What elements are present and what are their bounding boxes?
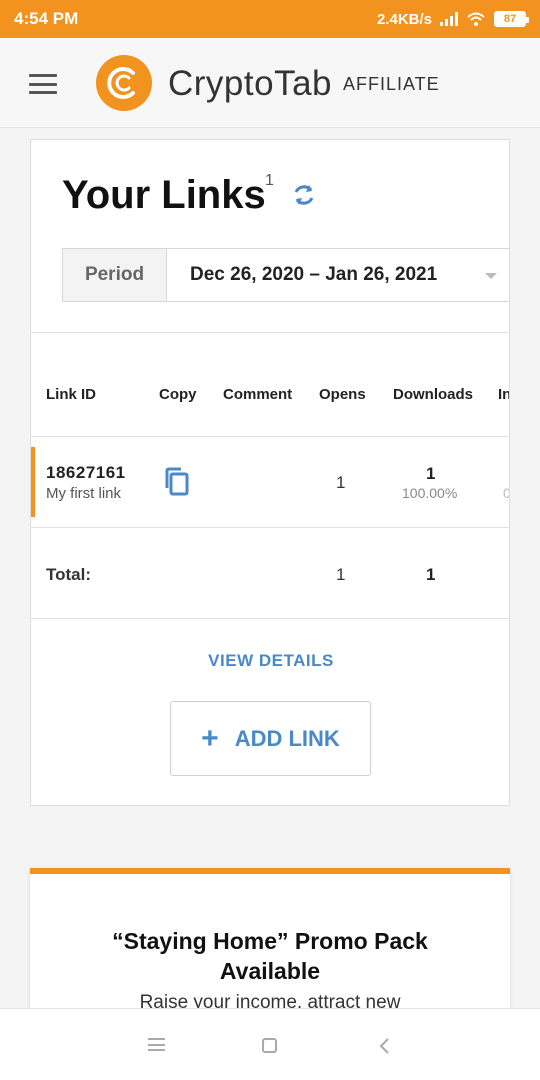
nav-home-icon[interactable]	[262, 1038, 277, 1053]
total-label: Total:	[46, 565, 92, 584]
add-link-button[interactable]: + ADD LINK	[170, 701, 371, 776]
add-link-label: ADD LINK	[234, 725, 340, 751]
system-nav-bar	[0, 1008, 540, 1080]
total-opens: 1	[336, 565, 346, 584]
col-copy: Copy	[159, 386, 197, 403]
page-title: Your Links	[62, 173, 266, 217]
menu-icon[interactable]	[29, 74, 57, 94]
period-label: Period	[63, 249, 167, 301]
refresh-icon[interactable]	[289, 180, 319, 210]
col-downloads: Downloads	[393, 386, 474, 403]
col-opens: Opens	[319, 386, 366, 403]
battery-icon: 87	[494, 11, 529, 27]
link-id: 18627161	[46, 463, 126, 482]
col-link-id: Link ID	[46, 386, 97, 403]
installs-value: 0	[503, 485, 509, 501]
logo-subtitle: AFFILIATE	[343, 74, 440, 94]
cryptotab-logo-icon	[96, 55, 152, 111]
period-value: Dec 26, 2020 – Jan 26, 2021	[190, 264, 438, 285]
nav-back-icon[interactable]	[378, 1038, 390, 1054]
nav-menu-icon[interactable]	[148, 1038, 165, 1051]
divider	[31, 618, 509, 619]
plus-icon: +	[201, 721, 219, 755]
row-accent	[31, 447, 35, 517]
status-bar: 4:54 PM 2.4KB/s 87	[0, 0, 540, 38]
period-selector[interactable]: Period Dec 26, 2020 – Jan 26, 2021	[62, 248, 509, 302]
status-time: 4:54 PM	[14, 9, 79, 28]
total-downloads: 1	[426, 565, 436, 584]
downloads-value: 1	[426, 464, 436, 483]
wifi-icon	[467, 12, 485, 26]
dropdown-caret-icon	[485, 273, 497, 279]
app-header: CryptoTab AFFILIATE	[0, 38, 540, 128]
logo-text: CryptoTab	[168, 64, 333, 103]
divider	[31, 527, 509, 528]
copy-icon[interactable]	[163, 467, 191, 497]
promo-card[interactable]: “Staying Home” Promo Pack Available Rais…	[30, 868, 510, 1018]
period-dropdown[interactable]: Dec 26, 2020 – Jan 26, 2021	[167, 249, 509, 301]
downloads-percent: 100.00%	[402, 485, 458, 501]
col-comment: Comment	[223, 386, 293, 403]
your-links-card: Your Links 1 Period Dec 26, 2020 – Jan 2…	[30, 139, 510, 806]
col-installs: In	[498, 386, 509, 403]
promo-title-line1: “Staying Home” Promo Pack	[112, 928, 428, 954]
promo-title-line2: Available	[219, 958, 321, 984]
table-header: Link ID Copy Comment Opens Downloads In	[31, 386, 509, 406]
view-details-link[interactable]: VIEW DETAILS	[31, 651, 509, 671]
divider	[31, 436, 509, 437]
link-comment: My first link	[46, 485, 121, 502]
links-count: 1	[265, 172, 274, 189]
promo-title: “Staying Home” Promo Pack Available	[30, 926, 510, 986]
signal-icon	[440, 12, 458, 26]
opens-value: 1	[336, 473, 346, 492]
status-indicators: 2.4KB/s 87	[376, 10, 529, 28]
network-speed: 2.4KB/s	[376, 10, 432, 28]
divider	[31, 332, 509, 333]
